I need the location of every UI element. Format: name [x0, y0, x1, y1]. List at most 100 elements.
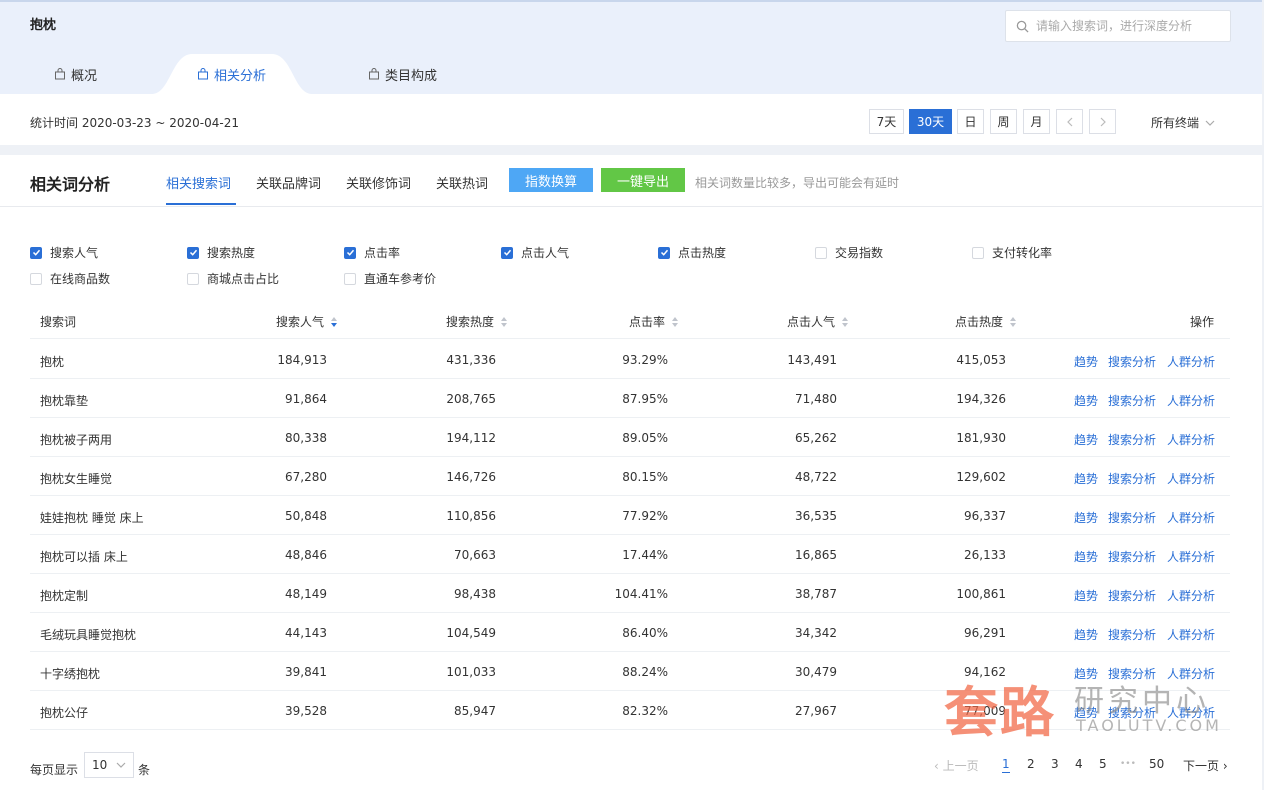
tab-overview-label: 概况 [71, 68, 98, 84]
metric-checkbox[interactable]: 点击率 [344, 244, 400, 261]
per-page-select[interactable]: 10 [84, 752, 134, 778]
cell-value: 194,326 [956, 392, 1006, 406]
subtab-brand[interactable]: 关联品牌词 [256, 173, 321, 192]
col-search-heat[interactable]: 搜索热度 [446, 313, 508, 330]
cell-value: 96,337 [964, 509, 1006, 523]
page-5[interactable]: 5 [1099, 757, 1107, 771]
prev-period-button[interactable] [1056, 109, 1083, 134]
crowd-analysis-link[interactable]: 人群分析 [1167, 509, 1215, 526]
subtab-hot[interactable]: 关联热词 [436, 173, 488, 192]
col-actions: 操作 [1190, 315, 1215, 329]
trend-link[interactable]: 趋势 [1074, 470, 1098, 487]
cell-value: 48,149 [285, 587, 327, 601]
col-search-popularity[interactable]: 搜索人气 [276, 313, 338, 330]
search-icon [1016, 20, 1029, 33]
watermark-main: 套路 [944, 681, 1056, 744]
period-7d-button[interactable]: 7天 [869, 109, 904, 134]
crowd-analysis-link[interactable]: 人群分析 [1167, 626, 1215, 643]
cell-value: 431,336 [446, 353, 496, 367]
search-analysis-link[interactable]: 搜索分析 [1108, 626, 1156, 643]
metric-label: 点击人气 [521, 246, 570, 260]
table-row: 抱枕定制 48,149 98,438 104.41% 38,787 100,861 趋势 搜索… [30, 574, 1230, 613]
checkbox-unchecked-icon [344, 272, 356, 285]
metric-checkbox[interactable]: 直通车参考价 [344, 270, 436, 287]
trend-link[interactable]: 趋势 [1074, 353, 1098, 370]
search-analysis-link[interactable]: 搜索分析 [1108, 431, 1156, 448]
trend-link[interactable]: 趋势 [1074, 587, 1098, 604]
search-box[interactable] [1005, 10, 1231, 42]
period-day-button[interactable]: 日 [957, 109, 984, 134]
col-click-popularity[interactable]: 点击人气 [787, 313, 849, 330]
search-analysis-link[interactable]: 搜索分析 [1108, 548, 1156, 565]
col-keyword: 搜索词 [40, 315, 77, 329]
crowd-analysis-link[interactable]: 人群分析 [1167, 353, 1215, 370]
cell-value: 67,280 [285, 470, 327, 484]
col-click-rate[interactable]: 点击率 [629, 313, 679, 330]
tab-overview[interactable]: 概况 [54, 54, 97, 94]
metric-checkbox[interactable]: 在线商品数 [30, 270, 110, 287]
cell-value: 48,722 [795, 470, 837, 484]
search-analysis-link[interactable]: 搜索分析 [1108, 509, 1156, 526]
search-analysis-link[interactable]: 搜索分析 [1108, 470, 1156, 487]
crowd-analysis-link[interactable]: 人群分析 [1167, 587, 1215, 604]
metric-checkbox[interactable]: 点击热度 [658, 244, 726, 261]
page-last[interactable]: 50 [1149, 757, 1164, 771]
period-30d-button[interactable]: 30天 [909, 109, 952, 134]
metric-checkbox[interactable]: 商城点击占比 [187, 270, 279, 287]
bag-icon [369, 68, 379, 80]
per-page-unit: 条 [138, 763, 151, 777]
cell-value: 93.29% [622, 353, 668, 367]
period-month-button[interactable]: 月 [1023, 109, 1050, 134]
tab-category[interactable]: 类目构成 [368, 54, 437, 94]
period-week-button[interactable]: 周 [990, 109, 1017, 134]
search-input[interactable] [1036, 19, 1216, 33]
cell-value: 184,913 [277, 353, 327, 367]
metric-checkbox[interactable]: 点击人气 [501, 244, 569, 261]
checkbox-unchecked-icon [815, 246, 827, 259]
metric-checkbox[interactable]: 搜索热度 [187, 244, 255, 261]
crowd-analysis-link[interactable]: 人群分析 [1167, 392, 1215, 409]
search-analysis-link[interactable]: 搜索分析 [1108, 353, 1156, 370]
table-row: 抱枕女生睡觉 67,280 146,726 80.15% 48,722 129,602 趋势… [30, 457, 1230, 496]
cell-keyword: 抱枕被子两用 [40, 433, 113, 447]
subtab-modifier[interactable]: 关联修饰词 [346, 173, 411, 192]
metric-checkbox[interactable]: 搜索人气 [30, 244, 98, 261]
checkbox-checked-icon [501, 246, 513, 259]
chevron-left-icon [1066, 117, 1072, 126]
table-row: 娃娃抱枕 睡觉 床上 50,848 110,856 77.92% 36,535 96,33… [30, 496, 1230, 535]
page-1[interactable]: 1 [1002, 757, 1010, 773]
metric-label: 点击率 [364, 246, 401, 260]
tab-related-analysis[interactable]: 相关分析 [197, 54, 266, 94]
export-button[interactable]: 一键导出 [601, 168, 685, 192]
cell-value: 143,491 [787, 353, 837, 367]
checkbox-checked-icon [30, 246, 42, 259]
tab-category-label: 类目构成 [385, 68, 438, 84]
search-analysis-link[interactable]: 搜索分析 [1108, 392, 1156, 409]
crowd-analysis-link[interactable]: 人群分析 [1167, 470, 1215, 487]
page-3[interactable]: 3 [1051, 757, 1059, 771]
metric-label: 支付转化率 [992, 246, 1053, 260]
crowd-analysis-link[interactable]: 人群分析 [1167, 548, 1215, 565]
page-2[interactable]: 2 [1027, 757, 1035, 771]
sort-icon [672, 316, 679, 327]
search-analysis-link[interactable]: 搜索分析 [1108, 587, 1156, 604]
next-period-button[interactable] [1089, 109, 1116, 134]
page-4[interactable]: 4 [1075, 757, 1083, 771]
cell-value: 71,480 [795, 392, 837, 406]
crowd-analysis-link[interactable]: 人群分析 [1167, 431, 1215, 448]
next-page-button[interactable]: 下一页 › [1183, 757, 1228, 774]
prev-page-button[interactable]: ‹ 上一页 [934, 757, 979, 774]
terminal-select[interactable]: 所有终端 [1151, 114, 1215, 131]
metric-checkbox[interactable]: 支付转化率 [972, 244, 1052, 261]
trend-link[interactable]: 趋势 [1074, 626, 1098, 643]
trend-link[interactable]: 趋势 [1074, 392, 1098, 409]
index-convert-button[interactable]: 指数换算 [509, 168, 593, 192]
cell-value: 96,291 [964, 626, 1006, 640]
trend-link[interactable]: 趋势 [1074, 431, 1098, 448]
trend-link[interactable]: 趋势 [1074, 509, 1098, 526]
subtab-related-search[interactable]: 相关搜索词 [166, 173, 231, 192]
chevron-down-icon [1205, 120, 1215, 126]
col-click-heat[interactable]: 点击热度 [955, 313, 1017, 330]
metric-checkbox[interactable]: 交易指数 [815, 244, 883, 261]
trend-link[interactable]: 趋势 [1074, 548, 1098, 565]
